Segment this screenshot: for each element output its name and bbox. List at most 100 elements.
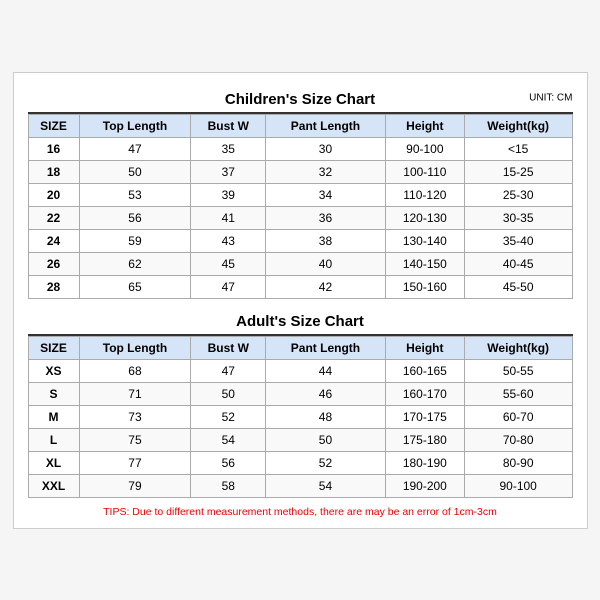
table-cell: 160-165 <box>385 359 464 382</box>
table-cell: 73 <box>79 405 191 428</box>
table-cell: 20 <box>28 183 79 206</box>
children-header-row: SIZE Top Length Bust W Pant Length Heigh… <box>28 114 572 137</box>
table-cell: 30-35 <box>464 206 572 229</box>
table-cell: 140-150 <box>385 252 464 275</box>
table-cell: 180-190 <box>385 451 464 474</box>
unit-label: UNIT: CM <box>529 93 572 104</box>
table-cell: 43 <box>191 229 266 252</box>
table-cell: 175-180 <box>385 428 464 451</box>
col-height: Height <box>385 114 464 137</box>
table-cell: 56 <box>79 206 191 229</box>
col-bust-w-a: Bust W <box>191 336 266 359</box>
table-row: XS684744160-16550-55 <box>28 359 572 382</box>
table-cell: <15 <box>464 137 572 160</box>
table-cell: 52 <box>266 451 386 474</box>
table-cell: 47 <box>191 359 266 382</box>
table-cell: 45-50 <box>464 275 572 298</box>
adult-table-body: XS684744160-16550-55S715046160-17055-60M… <box>28 359 572 497</box>
table-row: 20533934110-12025-30 <box>28 183 572 206</box>
table-cell: 75 <box>79 428 191 451</box>
table-cell: S <box>28 382 79 405</box>
table-cell: 79 <box>79 474 191 497</box>
col-pant-length: Pant Length <box>266 114 386 137</box>
table-cell: 50 <box>79 160 191 183</box>
table-cell: 15-25 <box>464 160 572 183</box>
table-cell: 47 <box>79 137 191 160</box>
table-cell: XS <box>28 359 79 382</box>
adult-header-row: SIZE Top Length Bust W Pant Length Heigh… <box>28 336 572 359</box>
table-cell: 16 <box>28 137 79 160</box>
col-size: SIZE <box>28 114 79 137</box>
table-cell: 41 <box>191 206 266 229</box>
table-cell: 35 <box>191 137 266 160</box>
adult-section: Adult's Size Chart SIZE Top Length Bust … <box>28 307 573 498</box>
col-pant-length-a: Pant Length <box>266 336 386 359</box>
table-cell: 39 <box>191 183 266 206</box>
adult-table-head: SIZE Top Length Bust W Pant Length Heigh… <box>28 336 572 359</box>
table-row: XXL795854190-20090-100 <box>28 474 572 497</box>
table-row: 22564136120-13030-35 <box>28 206 572 229</box>
table-cell: 50-55 <box>464 359 572 382</box>
col-top-length-a: Top Length <box>79 336 191 359</box>
table-cell: 40-45 <box>464 252 572 275</box>
table-cell: 110-120 <box>385 183 464 206</box>
table-cell: 90-100 <box>385 137 464 160</box>
table-cell: 36 <box>266 206 386 229</box>
table-cell: 80-90 <box>464 451 572 474</box>
table-cell: 45 <box>191 252 266 275</box>
table-cell: 150-160 <box>385 275 464 298</box>
table-cell: 190-200 <box>385 474 464 497</box>
table-cell: 70-80 <box>464 428 572 451</box>
table-cell: XL <box>28 451 79 474</box>
table-cell: 65 <box>79 275 191 298</box>
table-cell: M <box>28 405 79 428</box>
tips-text: TIPS: Due to different measurement metho… <box>28 506 573 518</box>
table-row: 24594338130-14035-40 <box>28 229 572 252</box>
children-size-table: SIZE Top Length Bust W Pant Length Heigh… <box>28 114 573 299</box>
table-cell: 28 <box>28 275 79 298</box>
table-row: 1647353090-100<15 <box>28 137 572 160</box>
adult-title: Adult's Size Chart <box>236 313 364 330</box>
table-cell: 37 <box>191 160 266 183</box>
table-cell: 54 <box>191 428 266 451</box>
table-cell: 60-70 <box>464 405 572 428</box>
children-table-head: SIZE Top Length Bust W Pant Length Heigh… <box>28 114 572 137</box>
table-cell: 42 <box>266 275 386 298</box>
table-cell: 47 <box>191 275 266 298</box>
table-cell: 22 <box>28 206 79 229</box>
table-cell: 40 <box>266 252 386 275</box>
table-cell: 59 <box>79 229 191 252</box>
table-row: 28654742150-16045-50 <box>28 275 572 298</box>
table-cell: 71 <box>79 382 191 405</box>
table-cell: 130-140 <box>385 229 464 252</box>
table-cell: 53 <box>79 183 191 206</box>
table-cell: 52 <box>191 405 266 428</box>
table-cell: 26 <box>28 252 79 275</box>
col-size-a: SIZE <box>28 336 79 359</box>
table-cell: 56 <box>191 451 266 474</box>
table-cell: 46 <box>266 382 386 405</box>
col-weight-a: Weight(kg) <box>464 336 572 359</box>
adult-size-table: SIZE Top Length Bust W Pant Length Heigh… <box>28 336 573 498</box>
table-cell: 30 <box>266 137 386 160</box>
table-cell: 35-40 <box>464 229 572 252</box>
col-bust-w: Bust W <box>191 114 266 137</box>
table-row: L755450175-18070-80 <box>28 428 572 451</box>
table-cell: 160-170 <box>385 382 464 405</box>
table-row: M735248170-17560-70 <box>28 405 572 428</box>
table-cell: 170-175 <box>385 405 464 428</box>
table-row: XL775652180-19080-90 <box>28 451 572 474</box>
children-title: Children's Size Chart <box>225 91 375 108</box>
adult-section-header: Adult's Size Chart <box>28 307 573 336</box>
table-cell: 50 <box>191 382 266 405</box>
table-cell: 25-30 <box>464 183 572 206</box>
table-cell: 48 <box>266 405 386 428</box>
table-cell: 55-60 <box>464 382 572 405</box>
table-cell: 120-130 <box>385 206 464 229</box>
chart-container: Children's Size Chart UNIT: CM SIZE Top … <box>13 72 588 529</box>
table-cell: L <box>28 428 79 451</box>
table-cell: 32 <box>266 160 386 183</box>
table-row: 26624540140-15040-45 <box>28 252 572 275</box>
table-cell: 44 <box>266 359 386 382</box>
table-cell: 18 <box>28 160 79 183</box>
